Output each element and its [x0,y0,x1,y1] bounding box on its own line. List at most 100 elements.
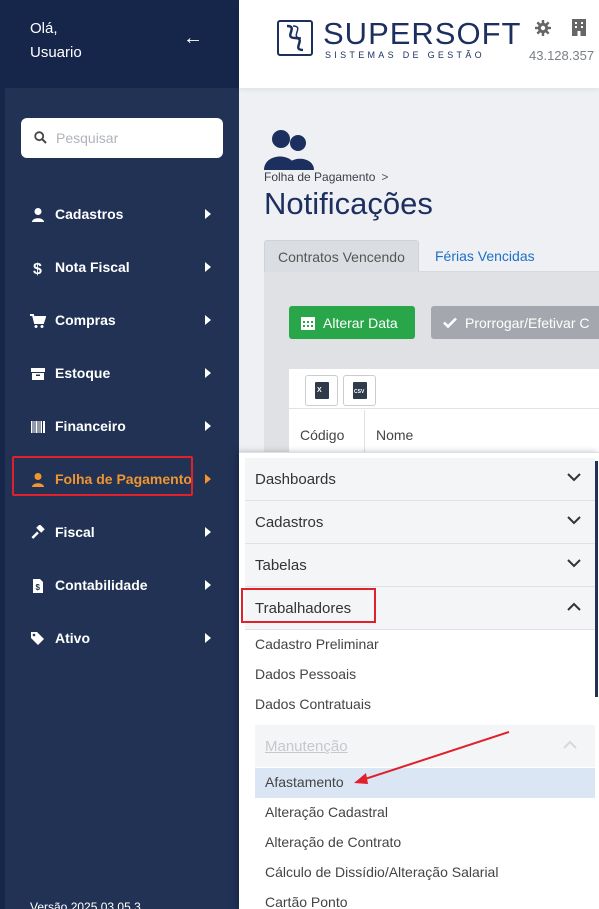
sidebar-item-label: Estoque [55,365,111,381]
table-toolbar: X CSV [289,369,599,409]
archive-box-icon [31,368,45,380]
building-icon[interactable] [572,19,586,36]
chevron-down-icon [567,516,581,525]
menu-link-calculo-de-dissidio[interactable]: Cálculo de Dissídio/Alteração Salarial [265,864,498,880]
export-csv-button[interactable]: CSV [343,375,376,406]
sidebar-item-nota-fiscal[interactable]: $ Nota Fiscal [0,241,239,294]
breadcrumb-item[interactable]: Folha de Pagamento [264,170,375,184]
submenu-label: Manutenção [265,738,348,755]
user-name: Usuario [30,44,82,61]
brand-tagline: SISTEMAS DE GESTÃO [325,50,485,60]
sidebar-item-fiscal[interactable]: Fiscal [0,506,239,559]
cart-icon [30,314,46,328]
chevron-right-icon [205,527,211,537]
sidebar: Olá, Usuario ← Cadastros $ Nota Fiscal C… [0,0,239,909]
breadcrumb-separator: > [381,170,389,184]
gear-icon[interactable] [535,20,551,36]
collapse-sidebar-icon[interactable]: ← [183,28,203,48]
csv-label: CSV [354,389,365,395]
extend-contract-button[interactable]: Prorrogar/Efetivar C [431,306,599,339]
chevron-up-icon [567,602,581,611]
excel-file-icon: X [315,382,329,399]
svg-text:$: $ [33,261,42,276]
greeting-text: Olá, [30,20,58,37]
top-header: SUPERSOFT SISTEMAS DE GESTÃO 43.128.357 [239,0,599,88]
highlight-box-trabalhadores [241,588,376,623]
user-icon [32,208,44,222]
sidebar-item-ativo[interactable]: Ativo [0,612,239,665]
tab-contratos-vencendo[interactable]: Contratos Vencendo [264,240,419,272]
menu-section-dashboards[interactable]: Dashboards [245,458,595,501]
menu-link-alteracao-de-contrato[interactable]: Alteração de Contrato [265,834,401,850]
sidebar-item-label: Ativo [55,630,90,646]
chevron-down-icon [567,559,581,568]
search-box[interactable] [21,118,223,158]
gavel-icon [31,525,45,539]
sidebar-item-label: Fiscal [55,524,95,540]
search-icon [34,131,47,144]
menu-link-cadastro-preliminar[interactable]: Cadastro Preliminar [255,636,379,652]
menu-link-cartao-ponto[interactable]: Cartão Ponto [265,894,348,909]
sidebar-item-financeiro[interactable]: Financeiro [0,400,239,453]
menu-section-label: Cadastros [255,514,324,531]
column-header-nome[interactable]: Nome [376,427,413,443]
menu-section-tabelas[interactable]: Tabelas [245,544,595,587]
menu-section-label: Tabelas [255,557,307,574]
menu-link-dados-pessoais[interactable]: Dados Pessoais [255,666,356,682]
column-header-codigo[interactable]: Código [300,427,344,443]
sidebar-item-label: Cadastros [55,206,124,222]
chevron-right-icon [205,315,211,325]
menu-section-cadastros[interactable]: Cadastros [245,501,595,544]
menu-section-label: Dashboards [255,471,336,488]
column-divider [364,410,365,455]
chevron-right-icon [205,421,211,431]
chevron-up-icon [563,740,577,749]
tab-bar: Contratos Vencendo Férias Vencidas [264,240,599,272]
submenu-manutencao[interactable]: Manutenção [255,725,595,767]
logo-mark [277,20,313,56]
menu-link-alteracao-cadastral[interactable]: Alteração Cadastral [265,804,388,820]
tags-icon [31,632,44,645]
dollar-icon: $ [33,261,42,276]
chevron-down-icon [567,473,581,482]
company-cnpj: 43.128.357 [529,48,595,63]
brand-logo[interactable]: SUPERSOFT SISTEMAS DE GESTÃO [277,16,520,68]
barcode-icon [31,421,45,433]
check-icon [443,317,457,328]
sidebar-item-estoque[interactable]: Estoque [0,347,239,400]
menu-scrollbar[interactable] [595,461,598,697]
chevron-right-icon [205,580,211,590]
calendar-icon [301,317,315,330]
app-version: Versão 2025.03.05.3 [30,900,141,909]
extend-contract-label: Prorrogar/Efetivar C [465,315,590,331]
sidebar-item-label: Compras [55,312,116,328]
export-excel-button[interactable]: X [305,375,338,406]
chevron-right-icon [205,368,211,378]
alter-date-button[interactable]: Alterar Data [289,306,415,339]
sidebar-item-label: Financeiro [55,418,126,434]
menu-link-afastamento[interactable]: Afastamento [265,774,344,790]
sidebar-item-cadastros[interactable]: Cadastros [0,188,239,241]
alter-date-label: Alterar Data [323,315,398,331]
greeting: Olá, Usuario [30,17,82,65]
search-input[interactable] [56,128,211,148]
brand-name: SUPERSOFT [323,16,522,51]
page-title: Notificações [264,186,433,221]
sidebar-item-label: Nota Fiscal [55,259,130,275]
sidebar-item-compras[interactable]: Compras [0,294,239,347]
users-icon [264,130,314,170]
chevron-right-icon [205,474,211,484]
invoice-icon: $ [33,579,43,593]
chevron-right-icon [205,209,211,219]
logo-swirl-icon [286,24,304,52]
menu-link-dados-contratuais[interactable]: Dados Contratuais [255,696,371,712]
chevron-right-icon [205,633,211,643]
tab-ferias-vencidas[interactable]: Férias Vencidas [422,240,548,272]
sidebar-user-header: Olá, Usuario ← [0,0,239,88]
sidebar-item-contabilidade[interactable]: $ Contabilidade [0,559,239,612]
csv-file-icon: CSV [353,382,367,399]
excel-label: X [317,387,322,394]
highlight-box-folha [12,456,193,496]
breadcrumb: Folha de Pagamento > [264,170,388,184]
sidebar-item-label: Contabilidade [55,577,148,593]
